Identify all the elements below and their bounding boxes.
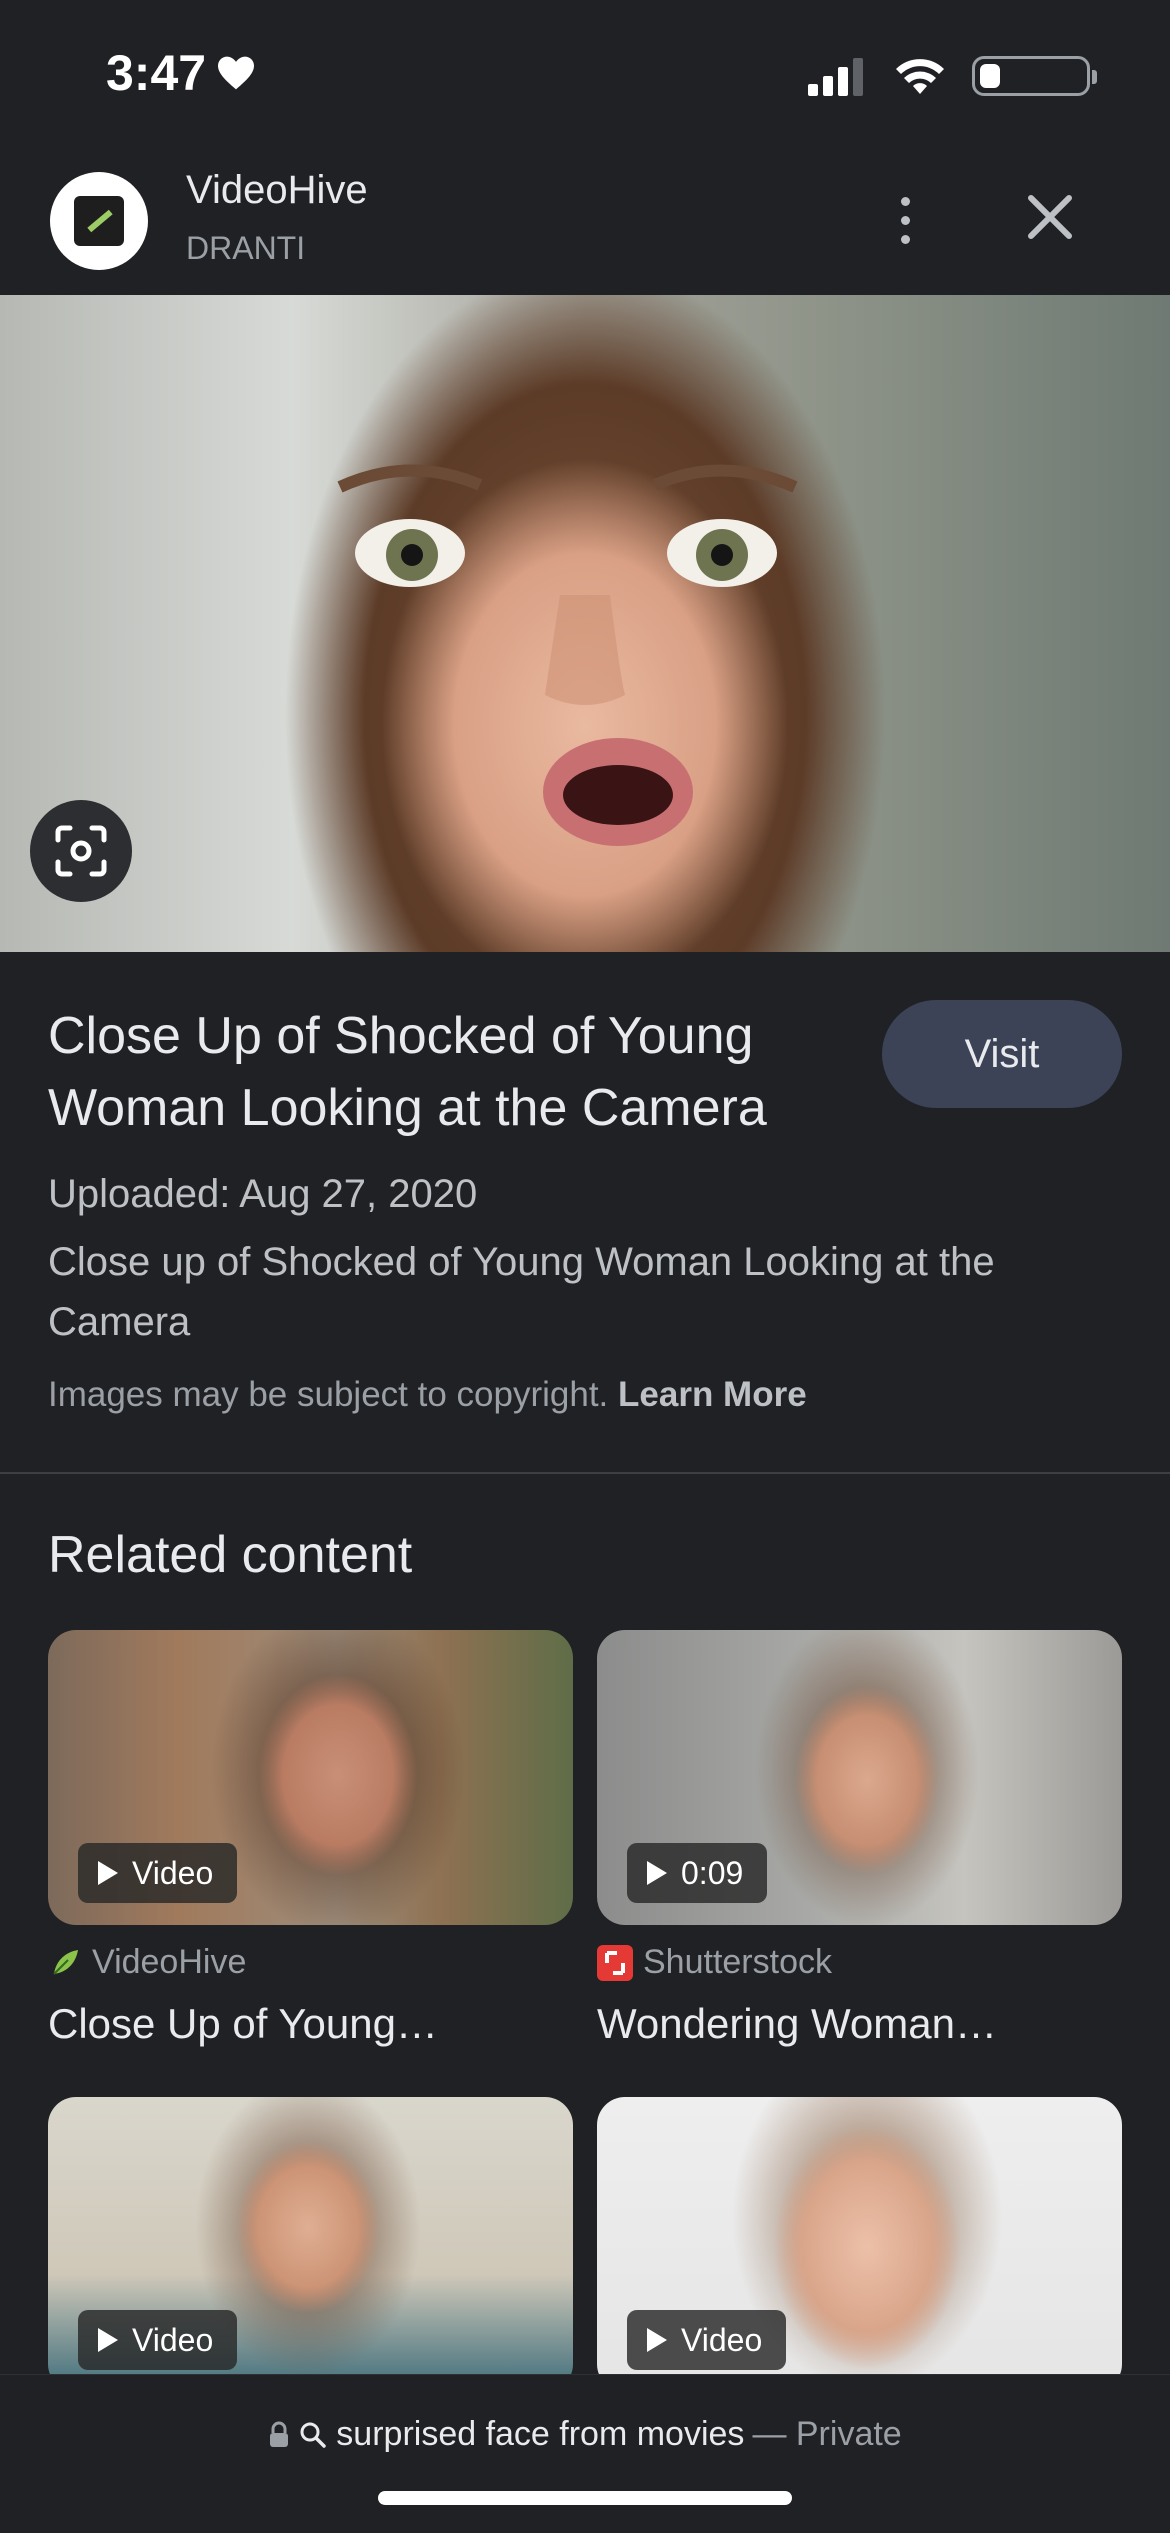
result-description: Close up of Shocked of Young Woman Looki… <box>48 1240 995 1344</box>
related-thumbnail[interactable]: Video <box>48 2097 573 2392</box>
private-label: — Private <box>752 2415 902 2453</box>
related-source-name: VideoHive <box>92 1943 247 1981</box>
upload-date: Uploaded: Aug 27, 2020 <box>48 1172 478 1216</box>
video-badge: Video <box>627 2310 787 2370</box>
video-badge-label: Video <box>132 1854 214 1891</box>
lens-icon <box>55 825 107 877</box>
play-icon <box>98 2328 118 2352</box>
related-thumbnail[interactable]: 0:09 <box>597 1630 1122 1925</box>
related-card[interactable]: Video <box>597 2097 1122 2392</box>
lock-icon <box>270 2421 289 2447</box>
source-name[interactable]: VideoHive <box>186 168 368 213</box>
result-header: VideoHive DRANTI <box>0 160 1170 295</box>
play-icon <box>647 1861 667 1885</box>
close-icon <box>1028 195 1072 239</box>
woman-face-image <box>337 464 798 846</box>
video-badge-label: Video <box>681 2321 763 2358</box>
play-icon <box>98 1861 118 1885</box>
status-time: 3:47 <box>106 44 256 102</box>
learn-more-link[interactable]: Learn More <box>618 1375 807 1414</box>
battery-level <box>980 64 1001 88</box>
related-source: VideoHive <box>48 1943 573 1982</box>
related-card[interactable]: Video <box>48 2097 573 2392</box>
related-source: Shutterstock <box>597 1943 1122 1982</box>
status-icons <box>808 56 1097 96</box>
videohive-leaf-icon <box>53 1949 78 1975</box>
visit-button[interactable]: Visit <box>882 1000 1122 1108</box>
result-title: Close Up of Shocked of Young Woman Looki… <box>48 1007 767 1137</box>
close-button[interactable] <box>1015 182 1085 252</box>
source-subtitle: DRANTI <box>186 230 306 266</box>
source-avatar[interactable] <box>50 172 148 270</box>
copyright-notice: Images may be subject to copyright. Lear… <box>48 1375 807 1415</box>
video-badge-label: Video <box>132 2321 214 2358</box>
battery-icon <box>972 56 1097 96</box>
shutterstock-icon <box>597 1944 633 1981</box>
more-options-button[interactable] <box>880 190 930 250</box>
related-content-heading: Related content <box>48 1526 413 1584</box>
related-card[interactable]: 0:09 Shutterstock Wondering Woman… <box>597 1630 1122 2048</box>
video-duration: 0:09 <box>681 1854 744 1891</box>
related-thumbnail[interactable]: Video <box>48 1630 573 1925</box>
google-lens-button[interactable] <box>30 800 132 902</box>
related-thumbnail[interactable]: Video <box>597 2097 1122 2392</box>
wifi-icon <box>896 59 944 94</box>
related-source-name: Shutterstock <box>643 1943 832 1981</box>
url-display[interactable]: surprised face from movies — Private <box>0 2415 1170 2454</box>
videohive-logo-icon <box>74 196 124 246</box>
video-badge: 0:09 <box>627 1843 768 1903</box>
related-card[interactable]: Video VideoHive Close Up of Young… <box>48 1630 573 2048</box>
video-badge: Video <box>78 1843 238 1903</box>
heart-icon <box>218 56 255 90</box>
section-divider <box>0 1472 1170 1474</box>
search-query: surprised face from movies <box>336 2415 745 2453</box>
browser-url-bar[interactable]: surprised face from movies — Private <box>0 2374 1170 2533</box>
video-badge: Video <box>78 2310 238 2370</box>
copyright-text: Images may be subject to copyright. <box>48 1375 609 1414</box>
result-image[interactable] <box>0 295 1170 952</box>
cellular-signal-icon <box>808 58 863 96</box>
status-time-text: 3:47 <box>106 45 207 101</box>
related-title[interactable]: Wondering Woman… <box>597 2000 1122 2048</box>
related-title[interactable]: Close Up of Young… <box>48 2000 573 2048</box>
play-icon <box>647 2328 667 2352</box>
search-icon <box>300 2422 327 2448</box>
more-vert-icon <box>900 196 910 206</box>
home-indicator[interactable] <box>378 2491 792 2505</box>
